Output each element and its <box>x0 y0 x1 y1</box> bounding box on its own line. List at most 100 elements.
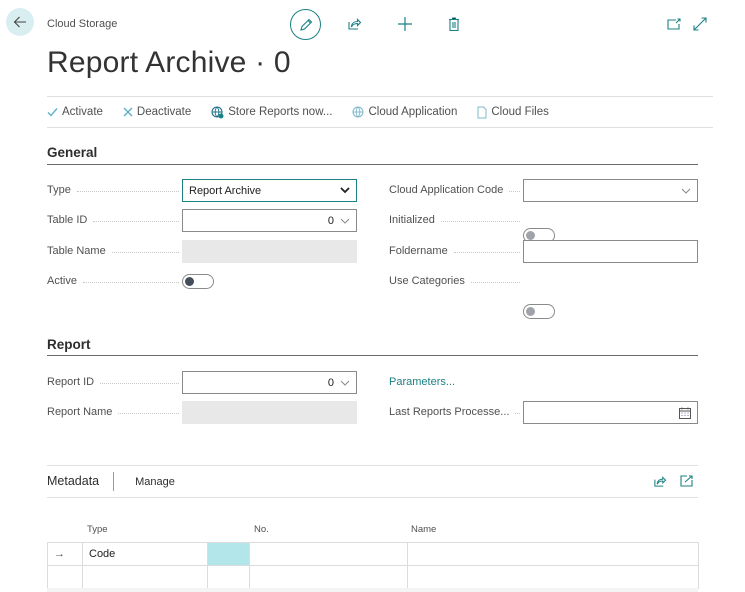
breadcrumb[interactable]: Cloud Storage <box>47 18 117 30</box>
manage-button[interactable]: Manage <box>135 476 175 488</box>
delete-button[interactable] <box>445 15 463 33</box>
use-categories-label-text: Use Categories <box>389 275 465 287</box>
type-label-text: Type <box>47 184 71 196</box>
active-label: Active <box>47 275 179 287</box>
type-label: Type <box>47 184 179 196</box>
type-cell[interactable] <box>82 565 208 589</box>
leader-dots <box>515 413 520 414</box>
no-cell[interactable] <box>249 542 408 566</box>
share-icon <box>654 475 667 487</box>
leader-dots <box>93 221 179 222</box>
share-button[interactable] <box>345 15 363 33</box>
column-header-no[interactable]: No. <box>254 524 269 535</box>
last-reports-processed-label: Last Reports Processe... <box>389 406 520 418</box>
action-bar: Activate Deactivate Store Reports now...… <box>47 96 713 128</box>
globe-icon <box>352 106 364 118</box>
share-icon <box>347 18 361 30</box>
activate-action[interactable]: Activate <box>47 106 103 118</box>
use-categories-toggle[interactable] <box>523 304 555 319</box>
name-cell[interactable] <box>407 542 699 566</box>
report-name-label: Report Name <box>47 406 179 418</box>
metadata-share-button[interactable] <box>651 472 669 490</box>
leader-dots <box>76 191 179 192</box>
row-indicator <box>47 565 83 589</box>
store-reports-now-label: Store Reports now... <box>228 106 333 118</box>
report-section-title[interactable]: Report <box>47 337 91 352</box>
general-divider <box>47 164 698 165</box>
calendar-icon[interactable] <box>679 407 691 419</box>
type-value: Report Archive <box>189 184 262 197</box>
toggle-knob <box>185 277 194 286</box>
foldername-label-text: Foldername <box>389 245 448 257</box>
activate-label: Activate <box>62 106 103 118</box>
cloud-application-action[interactable]: Cloud Application <box>352 106 457 118</box>
metadata-title[interactable]: Metadata <box>47 472 115 491</box>
deactivate-label: Deactivate <box>136 106 192 118</box>
globe-sync-icon <box>211 105 224 119</box>
table-row[interactable]: → Code <box>47 542 699 566</box>
trash-icon <box>449 17 459 31</box>
chevron-down-icon[interactable] <box>340 380 350 386</box>
report-id-value: 0 <box>327 376 334 389</box>
type-cell[interactable]: Code <box>82 542 208 566</box>
store-reports-now-action[interactable]: Store Reports now... <box>211 105 333 119</box>
column-header-name[interactable]: Name <box>411 524 436 535</box>
metadata-expand-button[interactable] <box>677 472 695 490</box>
leader-dots <box>118 413 179 414</box>
expand-icon <box>693 17 707 31</box>
new-button[interactable] <box>396 15 414 33</box>
x-icon <box>123 107 133 117</box>
leader-dots <box>100 383 179 384</box>
grid-footer <box>47 588 698 592</box>
open-new-window-button[interactable] <box>665 15 683 33</box>
metadata-header: Metadata Manage <box>47 465 698 498</box>
chevron-down-icon[interactable] <box>340 218 350 224</box>
back-arrow-icon <box>13 16 26 28</box>
cloud-application-code-label-text: Cloud Application Code <box>389 184 504 196</box>
leader-dots <box>82 282 179 283</box>
type-cell-lookup[interactable] <box>207 565 250 589</box>
initialized-label-text: Initialized <box>389 214 435 226</box>
cloud-application-code-select[interactable] <box>523 179 698 202</box>
pencil-icon <box>299 18 312 31</box>
check-icon <box>47 107 58 117</box>
cloud-application-label: Cloud Application <box>368 106 458 118</box>
leader-dots <box>509 191 520 192</box>
page-title: Report Archive · 0 <box>47 46 291 79</box>
table-row[interactable] <box>47 565 699 589</box>
edit-button[interactable] <box>290 9 321 40</box>
last-reports-processed-label-text: Last Reports Processe... <box>389 406 510 418</box>
report-id-field[interactable]: 0 <box>182 371 357 394</box>
cloud-files-label: Cloud Files <box>491 106 549 118</box>
no-cell[interactable] <box>249 565 408 589</box>
last-reports-processed-input[interactable] <box>523 401 698 424</box>
cloud-files-action[interactable]: Cloud Files <box>477 106 549 119</box>
chevron-down-icon <box>681 188 691 194</box>
parameters-link[interactable]: Parameters... <box>389 376 455 388</box>
type-select[interactable]: Report Archive <box>182 179 357 202</box>
table-id-value: 0 <box>327 214 334 227</box>
report-divider <box>47 355 698 356</box>
table-id-label: Table ID <box>47 214 179 226</box>
type-cell-lookup[interactable] <box>207 542 250 566</box>
deactivate-action[interactable]: Deactivate <box>123 106 191 118</box>
report-id-label-text: Report ID <box>47 376 95 388</box>
foldername-input[interactable] <box>523 240 698 263</box>
report-id-label: Report ID <box>47 376 179 388</box>
report-name-label-text: Report Name <box>47 406 113 418</box>
expand-button[interactable] <box>691 15 709 33</box>
name-cell[interactable] <box>407 565 699 589</box>
leader-dots <box>440 221 520 222</box>
active-label-text: Active <box>47 275 77 287</box>
row-indicator: → <box>47 542 83 566</box>
table-name-field <box>182 240 357 263</box>
table-id-label-text: Table ID <box>47 214 88 226</box>
back-button[interactable] <box>6 8 34 36</box>
general-section-title[interactable]: General <box>47 145 97 160</box>
active-toggle[interactable] <box>182 274 214 289</box>
table-name-label: Table Name <box>47 245 179 257</box>
open-new-window-icon <box>667 18 681 30</box>
column-header-type[interactable]: Type <box>87 524 108 535</box>
initialized-label: Initialized <box>389 214 520 226</box>
table-id-field[interactable]: 0 <box>182 209 357 232</box>
